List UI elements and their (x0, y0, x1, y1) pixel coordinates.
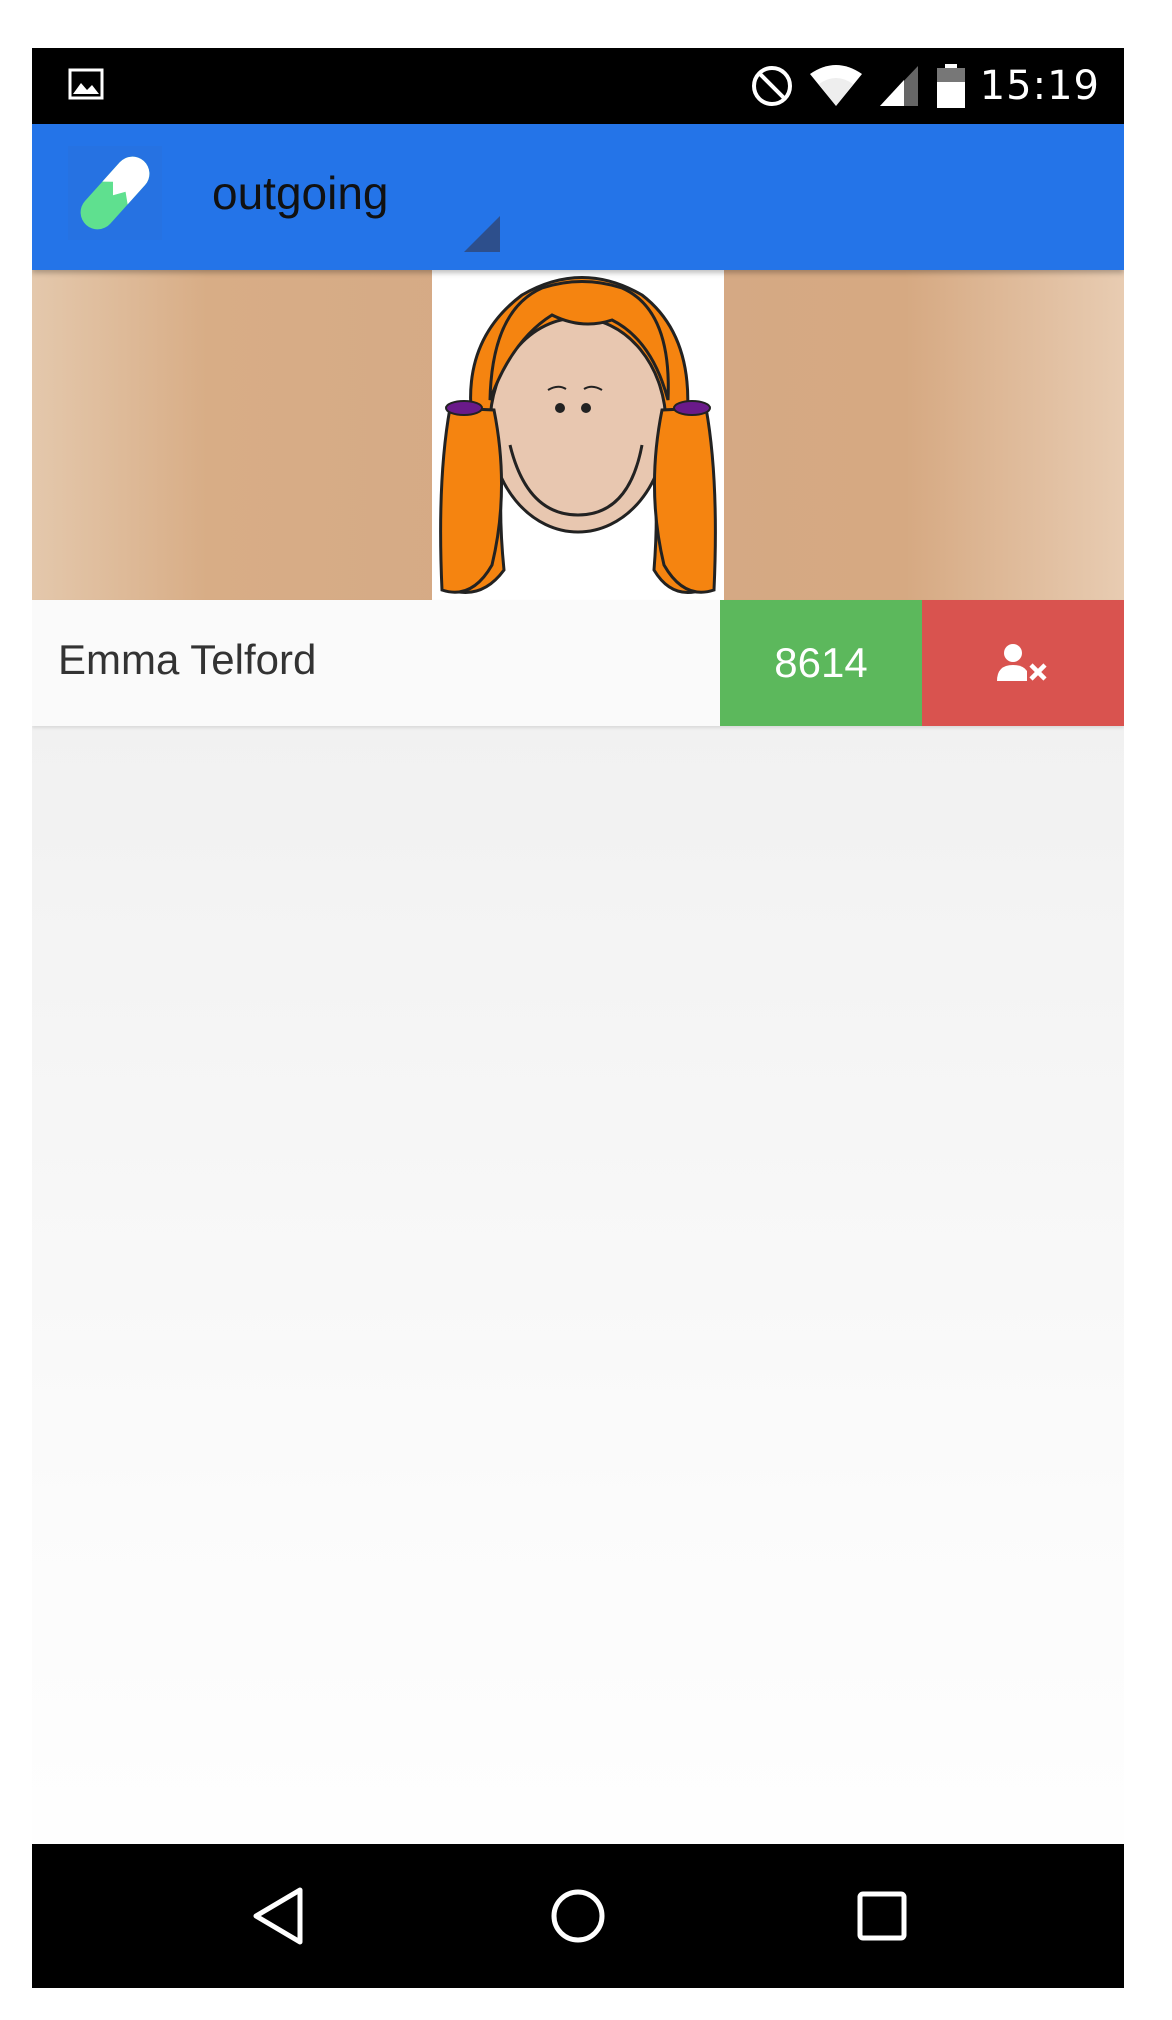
app-bar: outgoing (32, 124, 1124, 270)
user-remove-icon (997, 644, 1047, 681)
battery-icon (936, 64, 965, 108)
status-icons: 15:19 (750, 48, 1100, 124)
status-time: 15:19 (979, 63, 1100, 109)
contact-row[interactable]: Emma Telford 8614 (32, 600, 1124, 726)
girl-avatar-image (432, 270, 724, 600)
cell-signal-icon (879, 66, 918, 106)
navigation-bar (32, 1844, 1124, 1988)
contact-photo-banner (32, 270, 1124, 600)
content-area (32, 726, 1124, 1844)
do-not-disturb-icon (751, 66, 792, 106)
dropdown-caret-icon[interactable] (464, 216, 500, 252)
contact-number-button[interactable]: 8614 (720, 600, 922, 726)
contact-name: Emma Telford (58, 636, 317, 683)
back-icon[interactable] (248, 1884, 312, 1948)
app-title[interactable]: outgoing (212, 166, 389, 220)
gallery-icon (68, 68, 104, 100)
status-bar: 15:19 (32, 48, 1124, 124)
recents-icon[interactable] (850, 1884, 914, 1948)
remove-contact-button[interactable] (922, 600, 1124, 726)
wifi-icon (809, 65, 862, 106)
pill-logo-icon (68, 146, 162, 240)
phone-screen: 15:19 outgoing Emma Telford 8614 (32, 48, 1124, 1988)
home-icon[interactable] (546, 1884, 610, 1948)
